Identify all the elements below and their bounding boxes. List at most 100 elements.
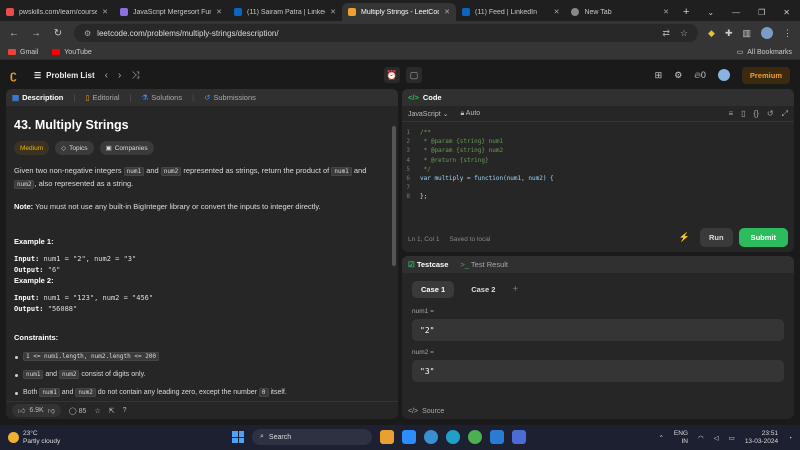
tab-submissions[interactable]: ↺ Submissions bbox=[204, 93, 256, 102]
clock[interactable]: 23:51 13-03-2024 bbox=[745, 430, 778, 446]
close-tab-icon[interactable]: ✕ bbox=[554, 8, 560, 16]
tab-testcase[interactable]: ☑ Testcase bbox=[408, 260, 448, 269]
notification-icon[interactable]: ◔ bbox=[788, 435, 792, 442]
extension-icon[interactable]: ◆ bbox=[708, 28, 715, 39]
volume-icon[interactable]: ◁ bbox=[714, 434, 719, 442]
sidepanel-icon[interactable]: ▥ bbox=[742, 28, 751, 39]
prev-problem-icon[interactable]: ‹ bbox=[105, 70, 108, 81]
folder-icon: ▭ bbox=[736, 49, 744, 56]
scrollbar[interactable] bbox=[392, 126, 396, 266]
layout-icon[interactable]: ⊞ bbox=[655, 70, 663, 81]
case-2-tab[interactable]: Case 2 bbox=[462, 281, 504, 298]
site-info-icon[interactable]: ⚙ bbox=[84, 29, 91, 38]
add-case-icon[interactable]: + bbox=[512, 284, 518, 295]
minimize-icon[interactable]: — bbox=[732, 8, 740, 17]
close-tab-icon[interactable]: ✕ bbox=[444, 8, 450, 16]
submit-button[interactable]: Submit bbox=[738, 228, 788, 247]
new-tab-button[interactable]: + bbox=[675, 6, 697, 21]
tab-editorial[interactable]: ▯ Editorial bbox=[85, 93, 119, 102]
notes-icon[interactable]: ▢ bbox=[406, 67, 422, 83]
vscode-icon[interactable] bbox=[490, 430, 504, 444]
comments-button[interactable]: ◯ 85 bbox=[69, 407, 87, 415]
reset-icon[interactable]: ↺ bbox=[767, 109, 774, 119]
bookmark-icon[interactable]: ▯ bbox=[741, 109, 745, 119]
menu-dots-icon[interactable]: ⋮ bbox=[783, 28, 792, 39]
bookmark-youtube[interactable]: YouTube bbox=[52, 49, 92, 56]
timer-icon[interactable]: ⏰ bbox=[384, 67, 400, 83]
browser-tab-active[interactable]: Multiply Strings - LeetCode ✕ bbox=[342, 3, 456, 21]
translate-icon[interactable]: ⇄ bbox=[662, 28, 670, 39]
explorer-icon[interactable] bbox=[424, 430, 438, 444]
tab-search-icon[interactable]: ⌄ bbox=[707, 8, 714, 17]
browser-tab[interactable]: New Tab ✕ bbox=[565, 3, 674, 21]
debug-icon[interactable]: ⚡ bbox=[679, 232, 690, 243]
fullscreen-icon[interactable]: ⤢ bbox=[782, 109, 788, 119]
next-problem-icon[interactable]: › bbox=[118, 70, 121, 81]
tray-chevron-icon[interactable]: ⌃ bbox=[658, 434, 663, 442]
close-tab-icon[interactable]: ✕ bbox=[330, 8, 336, 16]
user-avatar[interactable] bbox=[717, 69, 730, 81]
close-tab-icon[interactable]: ✕ bbox=[102, 8, 108, 16]
case-1-tab[interactable]: Case 1 bbox=[412, 281, 455, 298]
app-icon[interactable] bbox=[512, 430, 526, 444]
leetcode-logo-icon[interactable]: ʗ bbox=[10, 68, 24, 82]
leetcode-header: ʗ ☰ Problem List ‹ › ⤨ ⏰ ▢ ⊞ ⚙ 🔥︎0 Premiu… bbox=[0, 61, 800, 89]
back-icon[interactable]: ← bbox=[8, 28, 20, 39]
browser-tab[interactable]: JavaScript Mergesort Func ✕ bbox=[114, 3, 228, 21]
premium-button[interactable]: Premium bbox=[741, 66, 790, 84]
shuffle-icon[interactable]: ⤨ bbox=[131, 70, 139, 81]
thumbs-down-icon[interactable]: 👎︎ bbox=[48, 406, 55, 415]
edge-icon[interactable] bbox=[446, 430, 460, 444]
bookmark-gmail[interactable]: Gmail bbox=[8, 49, 38, 56]
profile-avatar[interactable] bbox=[761, 27, 773, 39]
zoom-icon[interactable] bbox=[402, 430, 416, 444]
windows-start-icon[interactable] bbox=[232, 431, 244, 443]
all-bookmarks[interactable]: ▭ All Bookmarks bbox=[736, 48, 792, 57]
source-button[interactable]: </> Source bbox=[408, 408, 444, 415]
browser-tab[interactable]: (11) Feed | LinkedIn ✕ bbox=[456, 3, 565, 21]
restore-icon[interactable]: ❐ bbox=[758, 8, 765, 17]
problem-list-button[interactable]: ☰ Problem List bbox=[34, 71, 95, 80]
tab-test-result[interactable]: >_ Test Result bbox=[460, 260, 508, 269]
settings-gear-icon[interactable]: ⚙ bbox=[674, 70, 682, 81]
weather-widget[interactable]: 23°C Partly cloudy bbox=[8, 430, 60, 446]
browser-tab[interactable]: (11) Sairam Patra | LinkedIn✕ bbox=[228, 3, 342, 21]
problem-title[interactable]: 43. Multiply Strings bbox=[14, 118, 390, 132]
like-button[interactable]: 👍︎ 6.9K 👎︎ bbox=[12, 404, 61, 417]
run-button[interactable]: Run bbox=[699, 228, 733, 247]
language-select[interactable]: JavaScript ⌄ bbox=[408, 110, 449, 118]
favorite-star-icon[interactable]: ☆ bbox=[94, 407, 100, 415]
companies-badge[interactable]: ▣ Companies bbox=[99, 141, 154, 155]
battery-icon[interactable]: ▭ bbox=[729, 434, 735, 442]
wifi-icon[interactable]: ◠ bbox=[698, 434, 704, 442]
streak-fire-icon[interactable]: 🔥︎0 bbox=[694, 70, 706, 81]
close-window-icon[interactable]: ✕ bbox=[783, 8, 790, 17]
help-icon[interactable]: ? bbox=[123, 407, 127, 414]
share-icon[interactable]: ⇱ bbox=[109, 407, 115, 415]
close-tab-icon[interactable]: ✕ bbox=[216, 8, 222, 16]
problem-note: Note: You must not use any built-in BigI… bbox=[14, 202, 321, 211]
code-editor[interactable]: 1/** 2 * @param {string} num1 3 * @param… bbox=[402, 122, 794, 202]
num1-input[interactable]: "2" bbox=[412, 319, 784, 341]
close-tab-icon[interactable]: ✕ bbox=[663, 8, 669, 16]
braces-icon[interactable]: {} bbox=[754, 109, 759, 119]
forward-icon[interactable]: → bbox=[30, 28, 42, 39]
chrome-icon[interactable] bbox=[468, 430, 482, 444]
bookmark-star-icon[interactable]: ☆ bbox=[680, 28, 688, 39]
url-input[interactable]: ⚙ leetcode.com/problems/multiply-strings… bbox=[74, 24, 699, 42]
reload-icon[interactable]: ↻ bbox=[52, 28, 64, 39]
mascot-icon[interactable] bbox=[380, 430, 394, 444]
constraints-title: Constraints: bbox=[14, 333, 59, 342]
chrome-icon bbox=[571, 8, 580, 16]
tab-description[interactable]: ▤ Description bbox=[12, 93, 63, 102]
taskbar-search[interactable]: ⌕ Search bbox=[252, 429, 372, 445]
num2-input[interactable]: "3" bbox=[412, 360, 784, 382]
tab-solutions[interactable]: ⚗ Solutions bbox=[142, 93, 183, 102]
language-indicator[interactable]: ENG IN bbox=[674, 430, 688, 446]
topics-badge[interactable]: ◇ Topics bbox=[55, 141, 94, 155]
auto-mode-toggle[interactable]: 🔒︎ Auto bbox=[461, 110, 481, 118]
extensions-puzzle-icon[interactable]: ✚ bbox=[725, 28, 733, 39]
browser-tab[interactable]: pwskills.com/learn/course/✕ bbox=[0, 3, 114, 21]
format-icon[interactable]: ≡ bbox=[728, 109, 733, 119]
comment-icon: ◯ bbox=[68, 407, 77, 415]
